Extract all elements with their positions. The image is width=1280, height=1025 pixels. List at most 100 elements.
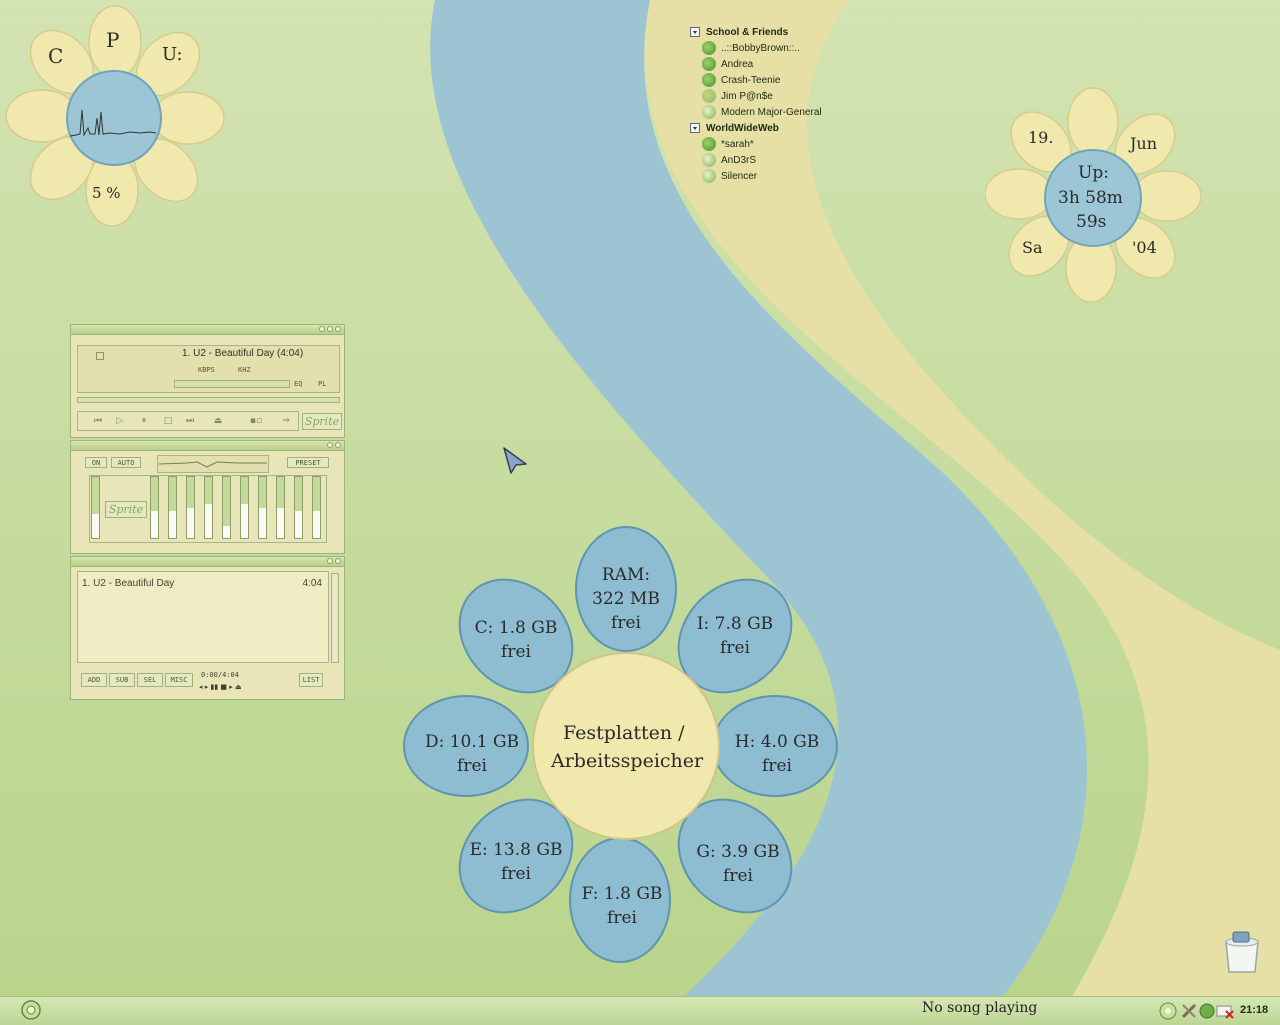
drive-petal-text: frei — [611, 613, 641, 633]
playlist-time: 0:00/4:04 — [201, 671, 239, 679]
drive-petal-label: D: 10.1 GB frei — [412, 730, 532, 778]
now-playing-text: No song playing — [922, 1000, 1038, 1016]
eq-on-button[interactable]: ON — [85, 457, 107, 468]
eq-band-slider[interactable] — [258, 476, 267, 539]
play-indicator-icon — [96, 352, 104, 360]
cpu-petal — [151, 91, 225, 145]
buddy-online-icon — [702, 169, 716, 183]
drive-petal-text: C: 1.8 GB — [474, 618, 558, 638]
close-icon[interactable] — [335, 326, 341, 332]
playlist-add-button[interactable]: ADD — [81, 673, 107, 687]
close-icon[interactable] — [335, 442, 341, 448]
eq-band-slider[interactable] — [222, 476, 231, 539]
pl-toggle-button[interactable]: PL — [318, 380, 326, 388]
shade-icon[interactable] — [327, 558, 333, 564]
seek-bar[interactable] — [77, 397, 340, 403]
uptime-weekday: Sa — [1022, 238, 1043, 257]
buddy-item[interactable]: Modern Major-General — [690, 104, 822, 120]
drive-petal-text: RAM: — [601, 565, 651, 585]
clock[interactable]: 21:18 — [1240, 1004, 1268, 1016]
eq-slider-level — [277, 507, 284, 538]
playlist-mini-controls[interactable]: ◂ ▸ ▮▮ ■ ▸ ⏏ — [199, 683, 242, 691]
winamp-playlist-window[interactable]: 1. U2 - Beautiful Day 4:04 ADD SUB SEL M… — [70, 556, 345, 700]
recycle-bin-icon[interactable] — [1220, 930, 1264, 974]
play-icon[interactable]: ▷ — [112, 414, 128, 428]
volume-slider[interactable] — [174, 380, 290, 388]
drive-petal-label: G: 3.9 GB frei — [678, 840, 798, 888]
eq-band-slider[interactable] — [150, 476, 159, 539]
buddy-item[interactable]: Crash-Teenie — [690, 72, 822, 88]
playlist-sel-button[interactable]: SEL — [137, 673, 163, 687]
eq-auto-button[interactable]: AUTO — [111, 457, 141, 468]
playlist-list-button[interactable]: LIST — [299, 673, 323, 687]
buddy-group[interactable]: WorldWideWeb — [690, 120, 822, 136]
transport-controls: ⏮ ▷ ⏸ □ ⏭ ⏏ ▪▫ ⇒ — [77, 411, 299, 431]
eject-icon[interactable]: ⏏ — [210, 414, 226, 428]
eq-band-slider[interactable] — [204, 476, 213, 539]
collapse-toggle-icon[interactable] — [690, 123, 700, 133]
shuffle-icon[interactable]: ▪▫ — [248, 414, 264, 428]
group-name: WorldWideWeb — [706, 122, 779, 134]
eq-band-slider[interactable] — [168, 476, 177, 539]
collapse-toggle-icon[interactable] — [690, 27, 700, 37]
buddy-item[interactable]: *sarah* — [690, 136, 822, 152]
eq-preamp-slider[interactable] — [91, 476, 100, 539]
cpu-letter-c: C — [48, 44, 64, 68]
winamp-main-window[interactable]: 1. U2 - Beautiful Day (4:04) KBPS KHZ EQ… — [70, 324, 345, 438]
stop-icon[interactable]: □ — [160, 414, 176, 428]
drive-petal-text: frei — [607, 908, 637, 928]
eq-band-slider[interactable] — [294, 476, 303, 539]
drive-petal-text: frei — [501, 642, 531, 662]
winamp-titlebar[interactable] — [71, 325, 344, 335]
buddy-online-icon — [702, 73, 716, 87]
buddy-item[interactable]: AnD3rS — [690, 152, 822, 168]
equalizer-titlebar[interactable] — [71, 441, 344, 451]
cpu-percent: 5 % — [92, 184, 121, 202]
previous-icon[interactable]: ⏮ — [90, 414, 106, 428]
eq-slider-level — [92, 513, 99, 538]
buddy-item[interactable]: Jim P@n$e — [690, 88, 822, 104]
drive-petal-text: frei — [723, 866, 753, 886]
buddy-name: Andrea — [721, 58, 754, 70]
cpu-letter-p: P — [106, 28, 120, 52]
daisy-tray-icon[interactable] — [1158, 1001, 1178, 1021]
playlist-sub-button[interactable]: SUB — [109, 673, 135, 687]
shade-icon[interactable] — [327, 442, 333, 448]
drive-petal-text: D: 10.1 GB — [424, 732, 520, 752]
close-icon[interactable] — [335, 558, 341, 564]
eq-toggle-button[interactable]: EQ — [294, 380, 302, 388]
playlist-titlebar[interactable] — [71, 557, 344, 567]
eq-band-slider[interactable] — [276, 476, 285, 539]
next-icon[interactable]: ⏭ — [182, 414, 198, 428]
shade-icon[interactable] — [327, 326, 333, 332]
playlist-misc-button[interactable]: MISC — [165, 673, 193, 687]
uptime-day: 19. — [1028, 128, 1054, 147]
buddy-item[interactable]: Andrea — [690, 56, 822, 72]
buddy-name: Jim P@n$e — [721, 90, 773, 102]
drives-center-line1: Festplatten / — [563, 722, 685, 744]
buddy-item[interactable]: ..::BobbyBrown::.. — [690, 40, 822, 56]
eq-band-slider[interactable] — [312, 476, 321, 539]
drive-petal-label: RAM: 322 MB frei — [566, 563, 686, 635]
start-button-icon[interactable] — [20, 999, 42, 1021]
messenger-tray-icon[interactable] — [1198, 1002, 1216, 1020]
eq-slider-level — [295, 510, 302, 538]
uptime-petal — [1067, 87, 1119, 157]
buddy-item[interactable]: Silencer — [690, 168, 822, 184]
eq-band-slider[interactable] — [186, 476, 195, 539]
eq-preset-button[interactable]: PRESET — [287, 457, 329, 468]
uptime-petal — [985, 168, 1054, 220]
pause-icon[interactable]: ⏸ — [136, 414, 152, 428]
eq-band-slider[interactable] — [240, 476, 249, 539]
buddy-name: AnD3rS — [721, 154, 757, 166]
tools-tray-icon[interactable] — [1180, 1002, 1198, 1020]
playlist-scrollbar[interactable] — [331, 573, 339, 663]
buddy-name: Silencer — [721, 170, 758, 182]
minimize-icon[interactable] — [319, 326, 325, 332]
drive-petal-text: I: 7.8 GB — [696, 614, 774, 634]
repeat-icon[interactable]: ⇒ — [278, 414, 294, 428]
buddy-group[interactable]: School & Friends — [690, 24, 822, 40]
mail-tray-icon[interactable] — [1216, 1003, 1234, 1019]
system-tray: 21:18 — [1158, 999, 1278, 1023]
playlist-track[interactable]: 1. U2 - Beautiful Day — [82, 578, 174, 589]
